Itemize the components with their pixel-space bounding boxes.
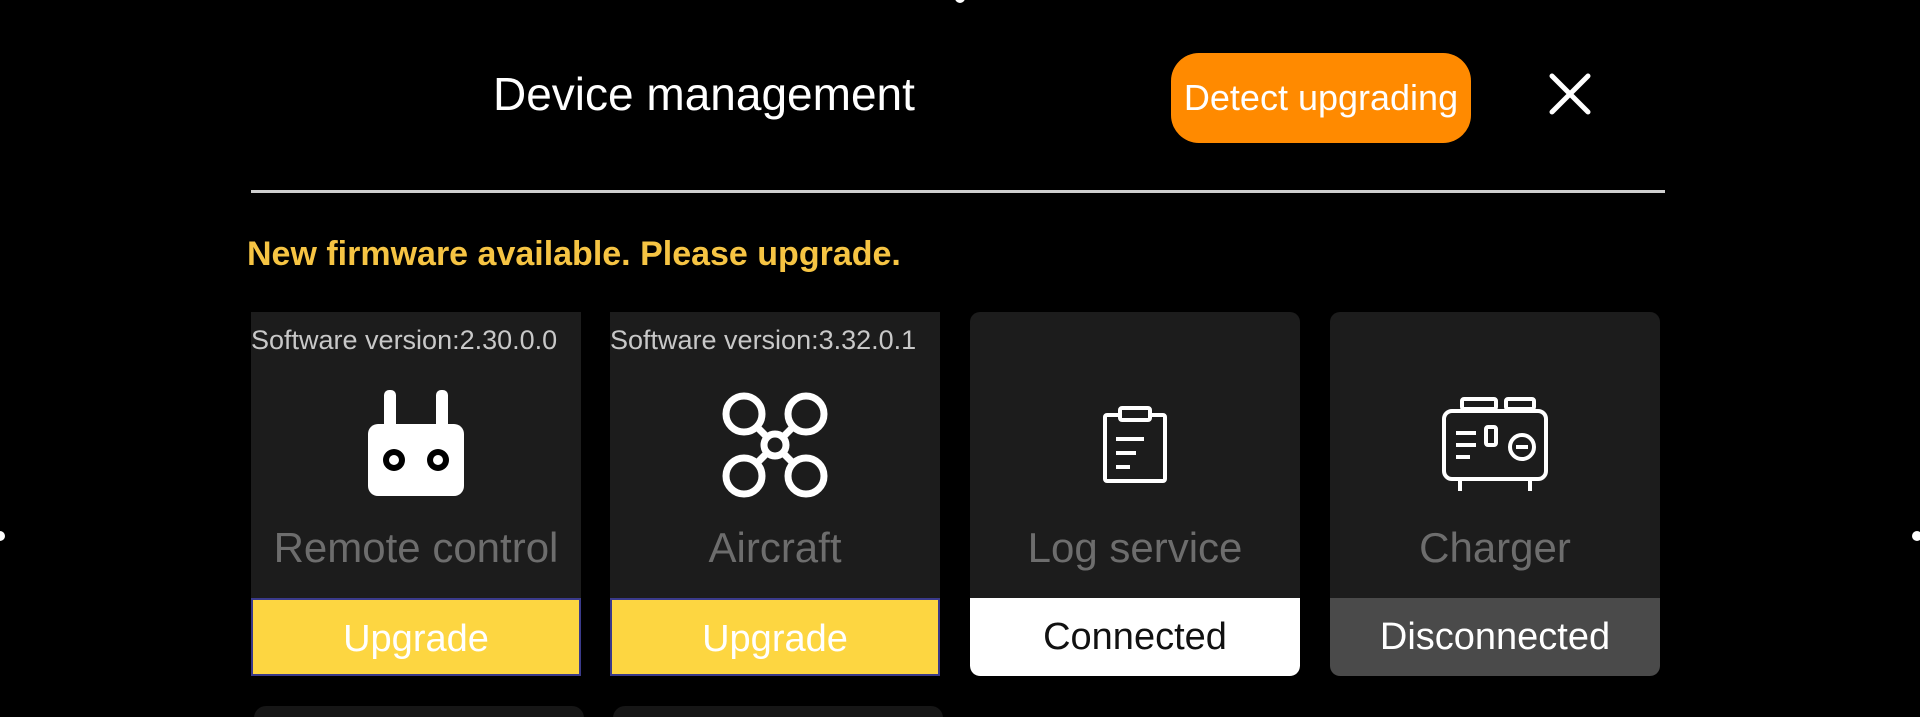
connection-status-button[interactable]: Connected: [970, 598, 1300, 676]
close-icon: [1549, 73, 1591, 115]
edge-handle-right: [1912, 531, 1920, 541]
close-button[interactable]: [1540, 64, 1600, 124]
edge-handle-top: [955, 0, 965, 3]
device-name: Charger: [1419, 524, 1571, 571]
device-name: Remote control: [273, 524, 559, 571]
charger-generator-icon: [1442, 397, 1548, 491]
clipboard-icon: [1103, 406, 1167, 483]
device-name: Aircraft: [708, 524, 842, 571]
software-version: Software version:2.30.0.0: [251, 325, 558, 355]
device-card-remote-control[interactable]: Software version:2.30.0.0 Remote control…: [251, 312, 581, 676]
detect-upgrading-button[interactable]: Detect upgrading: [1171, 53, 1471, 143]
device-management-screen: Device management Detect upgrading New f…: [0, 0, 1920, 717]
remote-controller-icon: [368, 390, 464, 496]
device-name: Log service: [1027, 524, 1243, 571]
page-title: Device management: [493, 68, 915, 120]
header-divider: [251, 190, 1665, 193]
upgrade-button[interactable]: Upgrade: [610, 598, 940, 676]
drone-icon: [722, 392, 828, 498]
device-card-log-service[interactable]: Log service Connected: [970, 312, 1300, 676]
device-card-charger[interactable]: Charger Disconnected: [1330, 312, 1660, 676]
device-card-next-row[interactable]: [613, 706, 943, 717]
connection-status-button[interactable]: Disconnected: [1330, 598, 1660, 676]
software-version: Software version:3.32.0.1: [610, 325, 917, 355]
device-card-next-row[interactable]: [254, 706, 584, 717]
upgrade-button[interactable]: Upgrade: [251, 598, 581, 676]
device-card-aircraft[interactable]: Software version:3.32.0.1 Aircraft Upgra…: [610, 312, 940, 676]
edge-handle-left: [0, 531, 5, 541]
firmware-notice: New firmware available. Please upgrade.: [247, 235, 901, 273]
